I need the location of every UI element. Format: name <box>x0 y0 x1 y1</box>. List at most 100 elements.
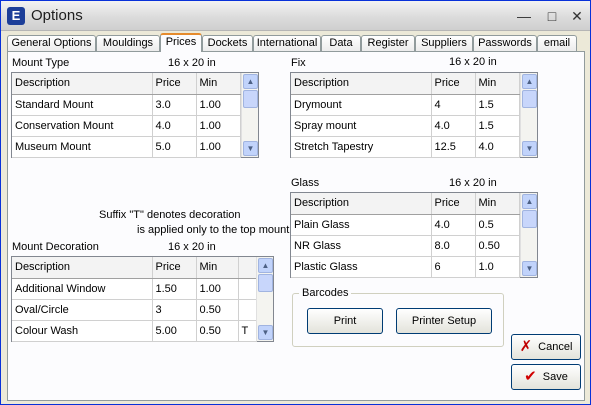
cancel-button[interactable]: ✗ Cancel <box>511 334 581 360</box>
cell-price[interactable]: 1.50 <box>152 278 197 300</box>
tab-dockets[interactable]: Dockets <box>202 35 253 51</box>
tab-general-options[interactable]: General Options <box>7 35 96 51</box>
tab-prices[interactable]: Prices <box>160 33 202 52</box>
table-row[interactable]: Colour Wash 5.00 0.50 T <box>12 320 257 342</box>
cell-price[interactable]: 5.00 <box>152 320 197 342</box>
tab-suppliers[interactable]: Suppliers <box>415 35 473 51</box>
cell-price[interactable]: 3.0 <box>152 94 197 116</box>
cell-suffix[interactable] <box>238 299 257 321</box>
scroll-up-arrow-icon[interactable]: ▲ <box>258 258 273 273</box>
scroll-up-arrow-icon[interactable]: ▲ <box>522 194 537 209</box>
vertical-scrollbar[interactable]: ▲ ▼ <box>256 257 273 341</box>
column-header[interactable]: Price <box>431 193 476 215</box>
scroll-up-arrow-icon[interactable]: ▲ <box>243 74 258 89</box>
column-header[interactable]: Min <box>196 257 239 279</box>
cell-description[interactable]: Oval/Circle <box>12 299 153 321</box>
cell-description[interactable]: Plain Glass <box>291 214 432 236</box>
cell-min[interactable]: 1.5 <box>475 115 520 137</box>
printer-setup-button[interactable]: Printer Setup <box>396 308 492 334</box>
tab-data[interactable]: Data <box>321 35 361 51</box>
column-header[interactable]: Min <box>196 73 241 95</box>
cell-price[interactable]: 4.0 <box>431 214 476 236</box>
table-row[interactable]: Drymount 4 1.5 <box>291 94 520 116</box>
cell-description[interactable]: Standard Mount <box>12 94 153 116</box>
cell-min[interactable]: 0.50 <box>475 235 520 257</box>
table-row[interactable]: NR Glass 8.0 0.50 <box>291 235 520 257</box>
vertical-scrollbar[interactable]: ▲ ▼ <box>520 193 537 277</box>
column-header[interactable]: Min <box>475 73 520 95</box>
table-row[interactable]: Stretch Tapestry 12.5 4.0 <box>291 136 520 158</box>
table-row[interactable]: Additional Window 1.50 1.00 <box>12 278 257 300</box>
cell-description[interactable]: Colour Wash <box>12 320 153 342</box>
vertical-scrollbar[interactable]: ▲ ▼ <box>241 73 258 157</box>
table-row[interactable]: Oval/Circle 3 0.50 <box>12 299 257 321</box>
cell-price[interactable]: 5.0 <box>152 136 197 158</box>
scroll-down-arrow-icon[interactable]: ▼ <box>522 141 537 156</box>
scroll-up-arrow-icon[interactable]: ▲ <box>522 74 537 89</box>
print-button[interactable]: Print <box>307 308 383 334</box>
cell-price[interactable]: 4 <box>431 94 476 116</box>
column-header[interactable]: Description <box>12 257 153 279</box>
column-header[interactable]: Price <box>152 257 197 279</box>
column-header[interactable]: Min <box>475 193 520 215</box>
cell-price[interactable]: 12.5 <box>431 136 476 158</box>
cell-price[interactable]: 8.0 <box>431 235 476 257</box>
cell-min[interactable]: 1.00 <box>196 136 241 158</box>
cell-min[interactable]: 0.50 <box>196 299 239 321</box>
cell-min[interactable]: 1.00 <box>196 94 241 116</box>
minimize-button[interactable]: — <box>513 6 535 26</box>
cell-price[interactable]: 3 <box>152 299 197 321</box>
scroll-thumb[interactable] <box>522 210 537 228</box>
cell-description[interactable]: Additional Window <box>12 278 153 300</box>
table-row[interactable]: Museum Mount 5.0 1.00 <box>12 136 241 158</box>
cell-min[interactable]: 0.50 <box>196 320 239 342</box>
cell-description[interactable]: Spray mount <box>291 115 432 137</box>
column-header[interactable]: Price <box>152 73 197 95</box>
column-header[interactable]: Description <box>291 73 432 95</box>
close-button[interactable]: ✕ <box>566 6 588 26</box>
tab-international[interactable]: International <box>253 35 321 51</box>
cell-price[interactable]: 4.0 <box>152 115 197 137</box>
tab-register[interactable]: Register <box>361 35 415 51</box>
vertical-scrollbar[interactable]: ▲ ▼ <box>520 73 537 157</box>
scroll-down-arrow-icon[interactable]: ▼ <box>522 261 537 276</box>
column-header[interactable] <box>238 257 257 279</box>
cell-min[interactable]: 0.5 <box>475 214 520 236</box>
table-row[interactable]: Standard Mount 3.0 1.00 <box>12 94 241 116</box>
table-row[interactable]: Plastic Glass 6 1.0 <box>291 256 520 278</box>
cell-price[interactable]: 4.0 <box>431 115 476 137</box>
column-header[interactable]: Price <box>431 73 476 95</box>
cell-min[interactable]: 1.00 <box>196 278 239 300</box>
cell-suffix[interactable]: T <box>238 320 257 342</box>
cell-min[interactable]: 4.0 <box>475 136 520 158</box>
scroll-down-arrow-icon[interactable]: ▼ <box>243 141 258 156</box>
glass-grid[interactable]: Description Price Min Plain Glass 4.0 0.… <box>290 192 538 278</box>
cell-description[interactable]: Stretch Tapestry <box>291 136 432 158</box>
mount-type-grid[interactable]: Description Price Min Standard Mount 3.0… <box>11 72 259 158</box>
scroll-thumb[interactable] <box>522 90 537 108</box>
tab-mouldings[interactable]: Mouldings <box>96 35 160 51</box>
mount-decoration-grid[interactable]: Description Price Min Additional Window … <box>11 256 274 342</box>
cell-min[interactable]: 1.5 <box>475 94 520 116</box>
title-bar[interactable]: E Options — □ ✕ <box>1 1 590 31</box>
table-row[interactable]: Spray mount 4.0 1.5 <box>291 115 520 137</box>
scroll-thumb[interactable] <box>258 274 273 292</box>
cell-description[interactable]: Museum Mount <box>12 136 153 158</box>
scroll-thumb[interactable] <box>243 90 258 108</box>
cell-description[interactable]: Conservation Mount <box>12 115 153 137</box>
table-row[interactable]: Plain Glass 4.0 0.5 <box>291 214 520 236</box>
save-button[interactable]: ✔ Save <box>511 364 581 390</box>
cell-min[interactable]: 1.00 <box>196 115 241 137</box>
cell-price[interactable]: 6 <box>431 256 476 278</box>
column-header[interactable]: Description <box>12 73 153 95</box>
column-header[interactable]: Description <box>291 193 432 215</box>
tab-email[interactable]: email <box>537 35 577 51</box>
maximize-button[interactable]: □ <box>541 6 563 26</box>
scroll-down-arrow-icon[interactable]: ▼ <box>258 325 273 340</box>
fix-grid[interactable]: Description Price Min Drymount 4 1.5 Spr… <box>290 72 538 158</box>
cell-min[interactable]: 1.0 <box>475 256 520 278</box>
table-row[interactable]: Conservation Mount 4.0 1.00 <box>12 115 241 137</box>
cell-description[interactable]: NR Glass <box>291 235 432 257</box>
cell-description[interactable]: Plastic Glass <box>291 256 432 278</box>
tab-passwords[interactable]: Passwords <box>473 35 537 51</box>
